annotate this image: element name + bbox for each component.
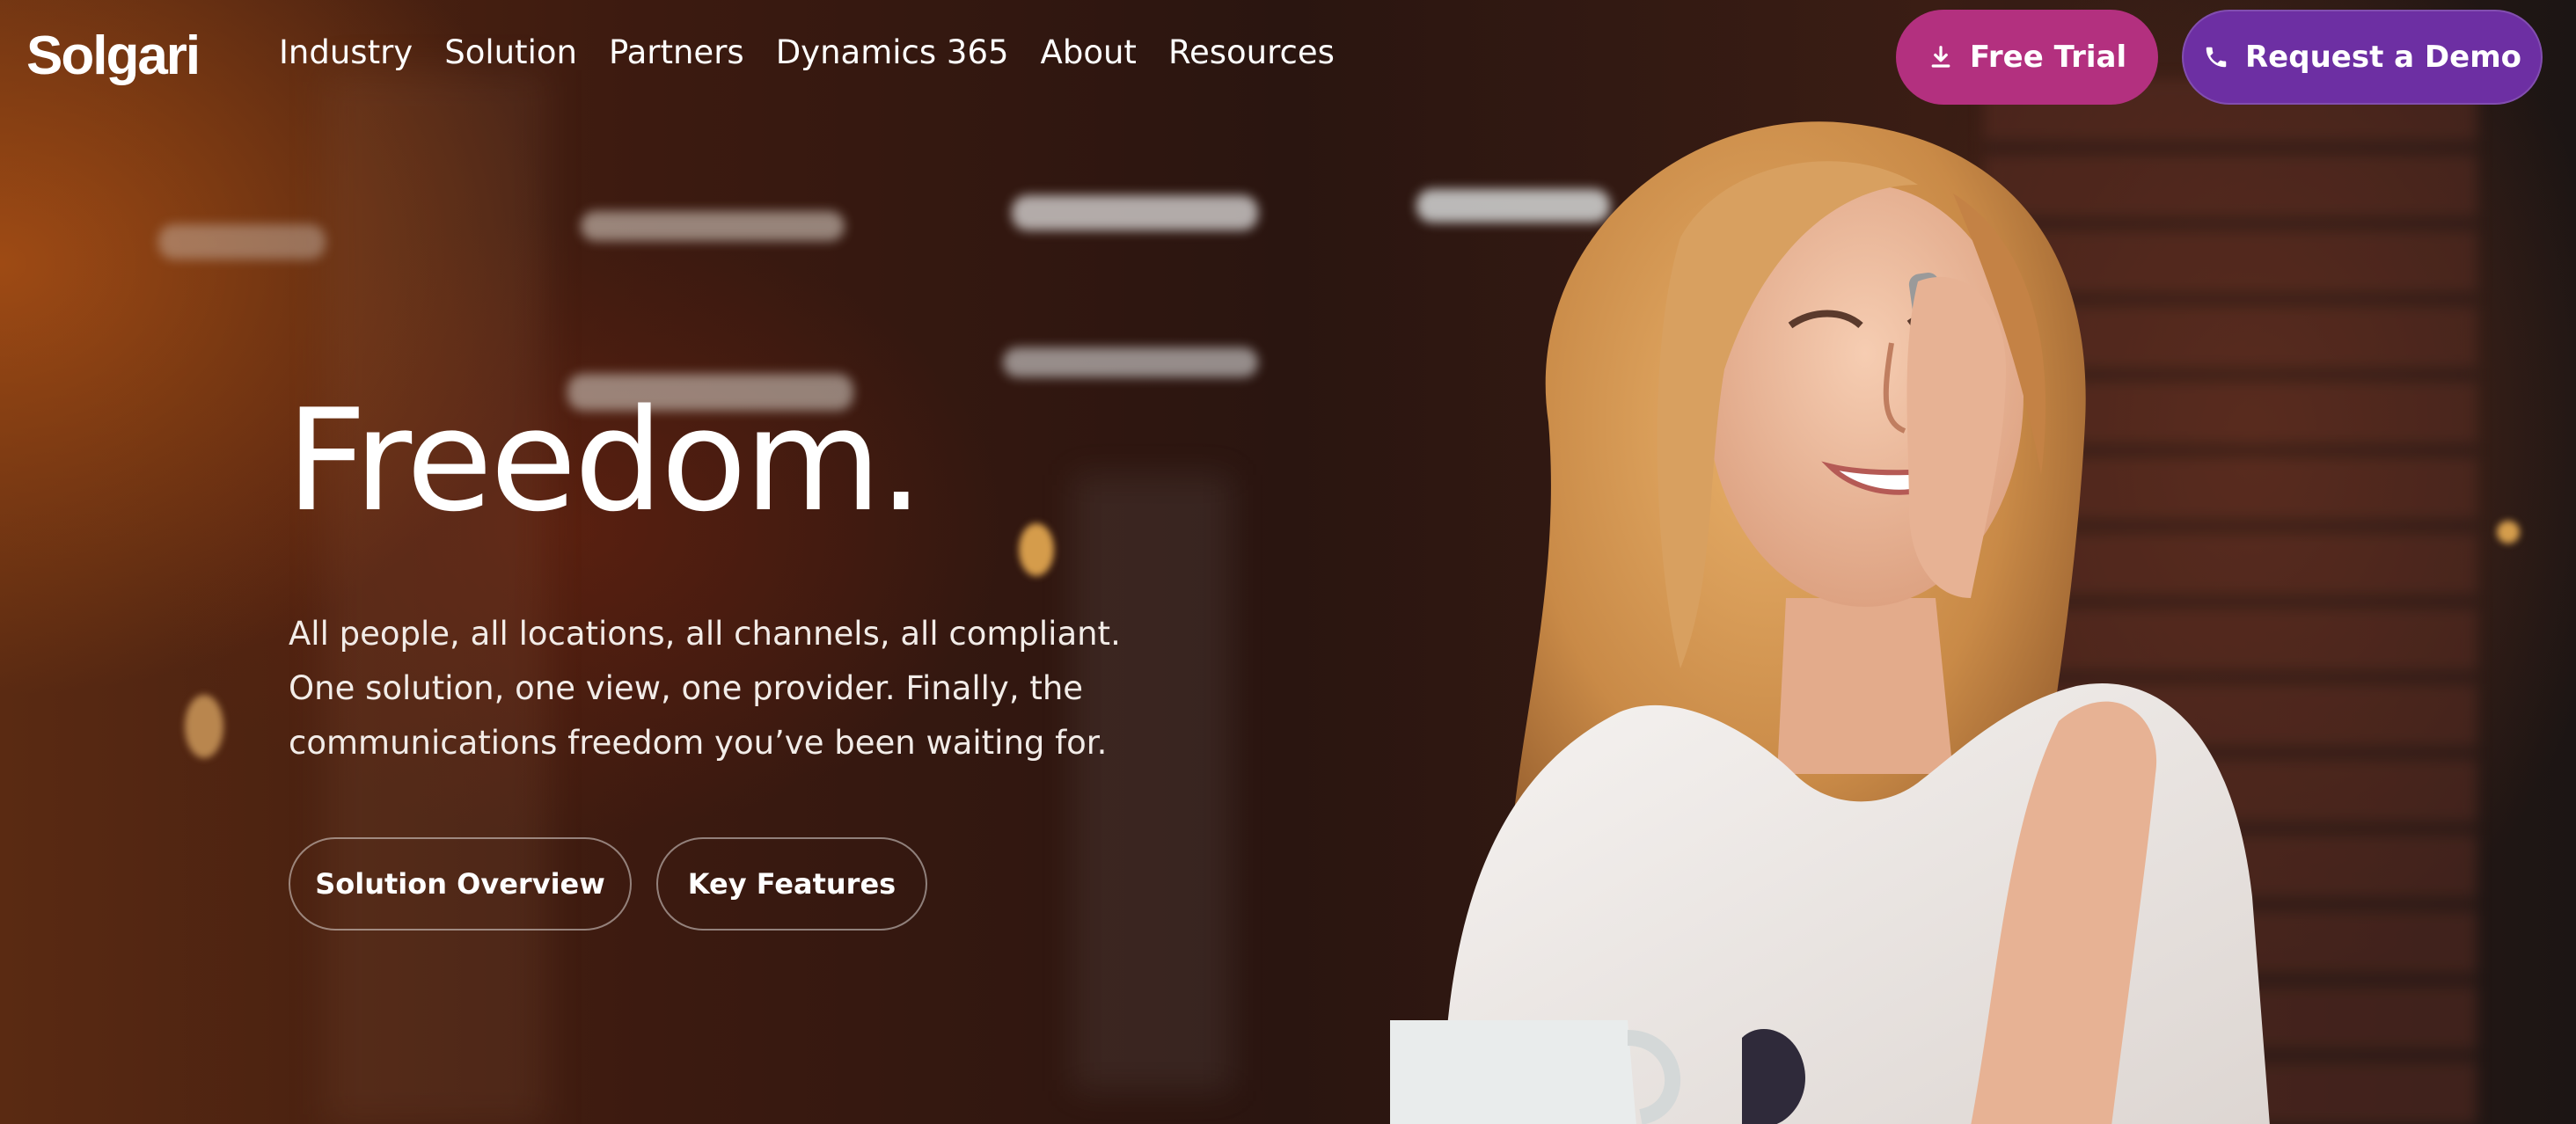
brand-logo[interactable]: Solgari [26,25,201,87]
background-light [1003,347,1258,377]
nav-item-partners[interactable]: Partners [609,33,744,71]
background-lamp [2497,521,2520,544]
main-nav: Industry Solution Partners Dynamics 365 … [279,33,1335,71]
hero-description-line: One solution, one view, one provider. Fi… [289,669,1084,707]
hero-photo-woman-on-phone [1390,121,2270,1124]
hero-description-line: communications freedom you’ve been waiti… [289,724,1108,762]
nav-item-solution[interactable]: Solution [444,33,577,71]
background-lamp [185,695,223,758]
free-trial-label: Free Trial [1969,40,2127,75]
download-icon [1931,46,1950,68]
nav-item-dynamics-365[interactable]: Dynamics 365 [776,33,1009,71]
hero-section: Solgari Industry Solution Partners Dynam… [0,0,2576,1124]
hero-description-line: All people, all locations, all channels,… [289,615,1121,653]
background-light [158,224,326,259]
request-demo-label: Request a Demo [2244,40,2522,75]
phone-icon [2206,47,2227,68]
background-light [581,211,845,241]
background-column [1073,475,1232,1091]
free-trial-button[interactable]: Free Trial [1896,10,2158,105]
nav-item-industry[interactable]: Industry [279,33,413,71]
hero-description: All people, all locations, all channels,… [289,607,1151,770]
nav-item-resources[interactable]: Resources [1168,33,1335,71]
key-features-button[interactable]: Key Features [656,837,927,931]
background-lamp [1019,523,1054,576]
solution-overview-button[interactable]: Solution Overview [289,837,632,931]
hero-headline: Freedom. [286,378,924,543]
background-light [1012,195,1258,230]
request-demo-button[interactable]: Request a Demo [2182,10,2543,105]
nav-item-about[interactable]: About [1041,33,1137,71]
background-column [326,70,545,1124]
